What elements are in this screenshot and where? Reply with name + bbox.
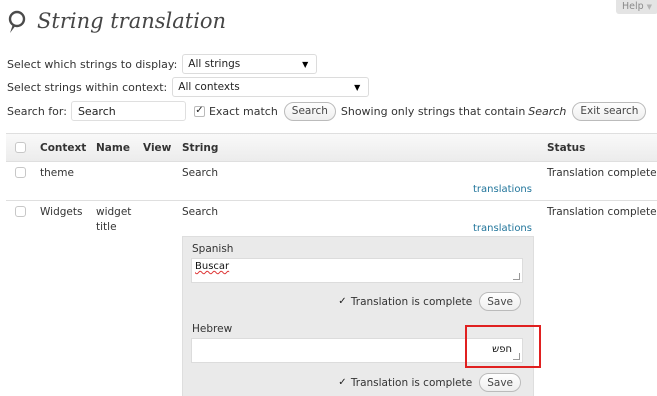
spanish-complete-checkbox[interactable]: ✓ bbox=[337, 296, 348, 307]
exit-search-button[interactable]: Exit search bbox=[572, 101, 647, 121]
row-checkbox[interactable] bbox=[15, 167, 26, 178]
page-title: String translation bbox=[37, 9, 227, 33]
search-row: Search for: Search ✓ Exact match Search … bbox=[7, 101, 647, 121]
header-string[interactable]: String bbox=[182, 142, 218, 154]
exact-match-label: Exact match bbox=[208, 104, 278, 118]
row-checkbox[interactable] bbox=[15, 206, 26, 217]
strings-table: Context Name View String Status theme Se… bbox=[6, 133, 657, 396]
spanish-save-button[interactable]: Save bbox=[479, 292, 521, 311]
search-label: Search for: bbox=[7, 104, 67, 118]
table-header: Context Name View String Status bbox=[6, 134, 657, 162]
select-all-checkbox[interactable] bbox=[15, 142, 26, 153]
showing-text: Showing only strings that contain bbox=[340, 104, 526, 118]
row-name-line2: title bbox=[96, 221, 117, 233]
display-select-value: All strings bbox=[188, 58, 241, 70]
hebrew-complete-label: Translation is complete bbox=[350, 376, 473, 389]
language-label-spanish: Spanish bbox=[192, 243, 234, 255]
row-name-line1: widget bbox=[96, 206, 132, 218]
row-string: Search bbox=[182, 167, 219, 179]
row-status: Translation complete bbox=[547, 167, 657, 179]
table-row: theme Search translations Translation co… bbox=[6, 162, 657, 201]
hebrew-complete-row: ✓ Translation is complete Save bbox=[337, 373, 521, 392]
table-row: Widgets widget title Search translations… bbox=[6, 201, 657, 396]
spanish-complete-row: ✓ Translation is complete Save bbox=[337, 292, 521, 311]
language-label-hebrew: Hebrew bbox=[192, 323, 233, 335]
context-filter-row: Select strings within context: All conte… bbox=[7, 77, 370, 97]
spanish-complete-label: Translation is complete bbox=[350, 295, 473, 308]
showing-term: Search bbox=[528, 104, 567, 118]
header-context[interactable]: Context bbox=[40, 142, 86, 154]
translations-link[interactable]: translations bbox=[473, 223, 532, 234]
search-button[interactable]: Search bbox=[283, 101, 336, 121]
context-filter-label: Select strings within context: bbox=[7, 80, 168, 94]
spanish-translation-value: Buscar bbox=[195, 261, 230, 272]
wpml-logo-icon bbox=[8, 10, 26, 33]
row-string: Search bbox=[182, 206, 219, 218]
resize-grip-icon[interactable] bbox=[513, 273, 520, 280]
dropdown-arrow-icon: ▼ bbox=[354, 82, 361, 92]
row-status: Translation complete bbox=[547, 206, 657, 218]
search-input[interactable]: Search bbox=[70, 101, 186, 121]
spanish-translation-textarea[interactable]: Buscar bbox=[191, 258, 523, 283]
hebrew-save-button[interactable]: Save bbox=[479, 373, 521, 392]
highlight-annotation-box bbox=[465, 325, 541, 368]
context-select-value: All contexts bbox=[178, 81, 240, 93]
display-filter-label: Select which strings to display: bbox=[7, 57, 178, 71]
exact-match-checkbox[interactable]: ✓ bbox=[193, 105, 205, 117]
context-select[interactable]: All contexts ▼ bbox=[172, 77, 370, 97]
translation-editor: Spanish Buscar ✓ Translation is complete… bbox=[182, 236, 534, 396]
row-context: Widgets bbox=[40, 206, 83, 218]
help-tab[interactable]: Help ▼ bbox=[616, 0, 657, 14]
page-header: String translation bbox=[7, 5, 226, 37]
header-view[interactable]: View bbox=[143, 142, 171, 154]
display-filter-row: Select which strings to display: All str… bbox=[7, 54, 318, 74]
display-select[interactable]: All strings ▼ bbox=[182, 54, 318, 74]
header-name[interactable]: Name bbox=[96, 142, 130, 154]
dropdown-arrow-icon: ▼ bbox=[302, 59, 309, 69]
caret-down-icon: ▼ bbox=[646, 3, 653, 11]
header-status[interactable]: Status bbox=[547, 142, 585, 154]
translations-link[interactable]: translations bbox=[473, 184, 532, 195]
hebrew-complete-checkbox[interactable]: ✓ bbox=[337, 377, 348, 388]
row-context: theme bbox=[40, 167, 74, 179]
help-label: Help bbox=[621, 1, 644, 12]
exact-match-checkbox-wrap[interactable]: ✓ Exact match bbox=[193, 104, 278, 118]
